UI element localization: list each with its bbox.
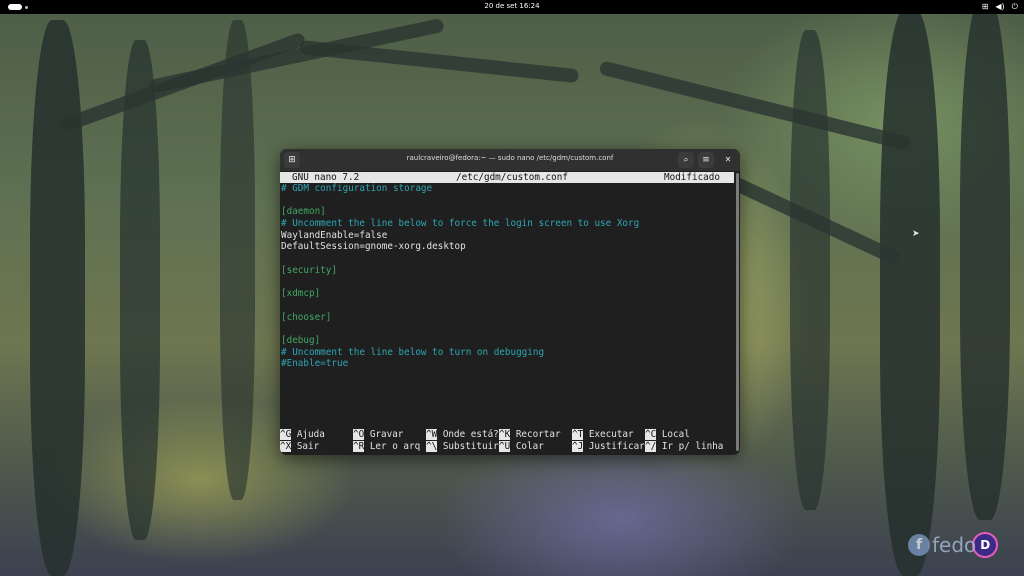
shortcut-label: Substituir	[442, 441, 499, 452]
editor-line[interactable]: WaylandEnable=false	[281, 230, 639, 242]
network-icon: ⊞	[981, 2, 989, 11]
shortcut-row: ^X Sair ^R Ler o arq ^\ Substituir ^U Colar…	[280, 441, 734, 453]
editor-line[interactable]: # Uncomment the line below to force the …	[281, 218, 639, 230]
search-icon[interactable]: ⌕	[678, 152, 694, 168]
terminal-content[interactable]: GNU nano 7.2 /etc/gdm/custom.conf Modifi…	[280, 171, 734, 455]
top-bar: 20 de set 16:24 ⊞ ◀) ⏻	[0, 0, 1024, 14]
shortcut-key: ^J	[572, 441, 584, 452]
editor-line[interactable]: [security]	[281, 265, 639, 277]
shortcut-item: ^T Executar	[572, 429, 634, 441]
shortcut-item: ^X Sair	[280, 441, 319, 453]
editor-line[interactable]: [chooser]	[281, 312, 639, 324]
shortcut-label: Sair	[296, 441, 320, 452]
editor-line[interactable]: #Enable=true	[281, 358, 639, 370]
shortcut-row: ^G Ajuda ^O Gravar ^W Onde está? ^K Recorta…	[280, 429, 734, 441]
editor-line[interactable]: # GDM configuration storage	[281, 183, 639, 195]
shortcut-label: Ler o arq	[369, 441, 421, 452]
titlebar[interactable]: ⊞ raulcraveiro@fedora:~ — sudo nano /etc…	[280, 149, 740, 171]
nano-shortcuts: ^G Ajuda ^O Gravar ^W Onde está? ^K Recorta…	[280, 429, 734, 453]
shortcut-key: ^O	[353, 429, 365, 440]
nano-header: GNU nano 7.2 /etc/gdm/custom.conf Modifi…	[280, 172, 734, 183]
fedora-logo: f fedo D	[908, 532, 999, 558]
editor-line[interactable]	[281, 253, 639, 265]
editor-line[interactable]: [daemon]	[281, 206, 639, 218]
shortcut-key: ^X	[280, 441, 292, 452]
shortcut-item: ^K Recortar	[499, 429, 561, 441]
editor-line[interactable]	[281, 323, 639, 335]
close-icon[interactable]: ✕	[720, 152, 736, 168]
nano-version: GNU nano 7.2	[292, 172, 360, 183]
shortcut-item: ^J Justificar	[572, 441, 645, 453]
shortcut-item: ^R Ler o arq	[353, 441, 420, 453]
shortcut-label: Gravar	[369, 429, 404, 440]
shortcut-item: ^W Onde está?	[426, 429, 499, 441]
shortcut-label: Justificar	[588, 441, 645, 452]
shortcut-key: ^K	[499, 429, 511, 440]
terminal-window: ⊞ raulcraveiro@fedora:~ — sudo nano /etc…	[280, 149, 740, 455]
shortcut-item: ^/ Ir p/ linha	[645, 441, 723, 453]
window-title: raulcraveiro@fedora:~ — sudo nano /etc/g…	[406, 154, 614, 162]
shortcut-label: Ir p/ linha	[661, 441, 724, 452]
shortcut-key: ^C	[645, 429, 657, 440]
editor-line[interactable]	[281, 300, 639, 312]
nano-filename: /etc/gdm/custom.conf	[456, 172, 568, 183]
shortcut-item: ^G Ajuda	[280, 429, 325, 441]
shortcut-label: Local	[661, 429, 690, 440]
shortcut-key: ^G	[280, 429, 292, 440]
power-icon: ⏻	[1011, 2, 1018, 11]
shortcut-item: ^O Gravar	[353, 429, 403, 441]
volume-icon: ◀)	[995, 2, 1005, 11]
editor-buffer[interactable]: # GDM configuration storage [daemon] # Unc…	[281, 183, 639, 370]
shortcut-label: Executar	[588, 429, 634, 440]
fedora-logo-text: fedo	[932, 533, 977, 557]
scrollbar[interactable]	[736, 173, 739, 451]
system-tray[interactable]: ⊞ ◀) ⏻	[982, 2, 1018, 12]
fedora-logo-icon: f	[908, 534, 930, 556]
clock[interactable]: 20 de set 16:24	[0, 2, 1024, 11]
shortcut-label: Ajuda	[296, 429, 325, 440]
editor-line[interactable]: DefaultSession=gnome-xorg.desktop	[281, 241, 639, 253]
editor-line[interactable]	[281, 277, 639, 289]
shortcut-item: ^\ Substituir	[426, 441, 499, 453]
shortcut-item: ^U Colar	[499, 441, 544, 453]
shortcut-key: ^R	[353, 441, 365, 452]
shortcut-key: ^/	[645, 441, 657, 452]
shortcut-label: Colar	[515, 441, 544, 452]
shortcut-key: ^T	[572, 429, 584, 440]
editor-line[interactable]: [xdmcp]	[281, 288, 639, 300]
shortcut-label: Onde está?	[442, 429, 499, 440]
shortcut-key: ^U	[499, 441, 511, 452]
editor-line[interactable]	[281, 195, 639, 207]
shortcut-item: ^C Local	[645, 429, 690, 441]
shortcut-key: ^W	[426, 429, 438, 440]
shortcut-label: Recortar	[515, 429, 561, 440]
nano-status: Modificado	[664, 172, 720, 183]
mouse-pointer-icon: ➤	[912, 229, 920, 239]
editor-line[interactable]: [debug]	[281, 335, 639, 347]
shortcut-key: ^\	[426, 441, 438, 452]
menu-icon[interactable]: ≡	[698, 152, 714, 168]
editor-line[interactable]: # Uncomment the line below to turn on de…	[281, 347, 639, 359]
